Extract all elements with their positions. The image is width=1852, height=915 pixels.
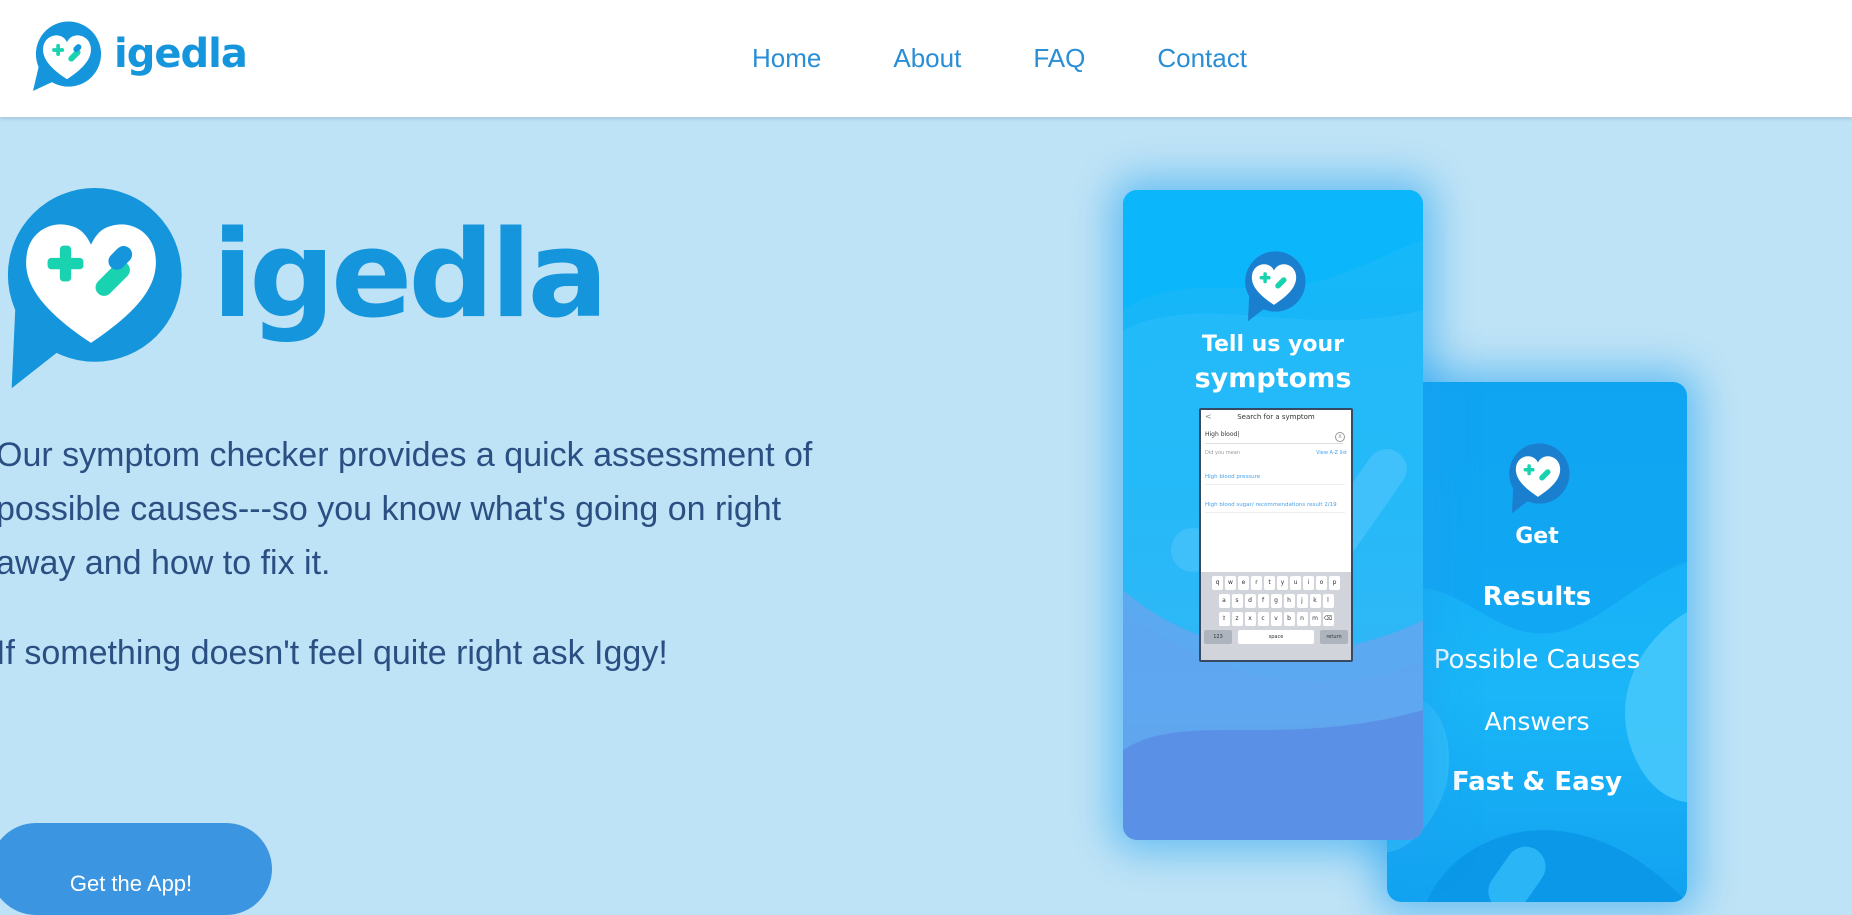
nav-home-link[interactable]: Home xyxy=(752,43,821,74)
keyboard-return-key: return xyxy=(1320,630,1348,644)
site-header: igedla Home About FAQ Contact xyxy=(0,0,1852,117)
main-nav: Home About FAQ Contact xyxy=(752,0,1319,117)
hero-logo: igedla xyxy=(0,188,608,392)
phone-screen-preview: < Search for a symptom High blood| x Did… xyxy=(1199,408,1353,662)
keyboard-key: t xyxy=(1264,576,1275,590)
keyboard-key: h xyxy=(1283,594,1295,608)
keyboard-key: b xyxy=(1283,612,1295,626)
nav-faq-link[interactable]: FAQ xyxy=(1033,43,1085,74)
keyboard-key: d xyxy=(1244,594,1256,608)
search-result-item: High blood pressure xyxy=(1205,474,1345,485)
nav-about-link[interactable]: About xyxy=(893,43,961,74)
header-logo[interactable]: igedla xyxy=(30,18,248,96)
keyboard-key: w xyxy=(1225,576,1236,590)
keyboard-key: ⇧ xyxy=(1218,612,1230,626)
card2-possible-causes-label: Possible Causes xyxy=(1433,645,1641,675)
promo-card-results: Get Results Possible Causes Answers Fast… xyxy=(1387,382,1687,902)
keyboard-key: y xyxy=(1277,576,1288,590)
chat-bubble-heart-hero-icon xyxy=(7,188,182,389)
card1-symptoms-label: symptoms xyxy=(1194,363,1352,394)
hero-paragraph-2: If something doesn't feel quite right as… xyxy=(0,634,668,672)
hero-description: Our symptom checker provides a quick ass… xyxy=(0,428,836,680)
keyboard-row: ⇧ z x c v b n m ⌫ xyxy=(1201,612,1351,626)
chat-bubble-heart-card-icon xyxy=(1245,251,1306,322)
header-brand-name: igedla xyxy=(114,31,248,77)
keyboard-key: f xyxy=(1257,594,1269,608)
card2-get-label: Get xyxy=(1515,524,1559,549)
keyboard-space-key: space xyxy=(1238,630,1314,644)
nav-contact-link[interactable]: Contact xyxy=(1157,43,1247,74)
keyboard-key: e xyxy=(1238,576,1249,590)
onscreen-keyboard: q w e r t y u i o p a s d f g h j k l ⇧ … xyxy=(1201,572,1351,660)
hero-paragraph-1: Our symptom checker provides a quick ass… xyxy=(0,436,813,582)
keyboard-key: j xyxy=(1296,594,1308,608)
keyboard-key: r xyxy=(1251,576,1262,590)
keyboard-key: u xyxy=(1290,576,1301,590)
keyboard-key: c xyxy=(1257,612,1269,626)
keyboard-row: a s d f g h j k l xyxy=(1201,594,1351,608)
symptom-search-input: High blood| xyxy=(1205,431,1343,444)
keyboard-key: o xyxy=(1316,576,1327,590)
chat-bubble-heart-logo-icon xyxy=(32,21,102,92)
keyboard-key: g xyxy=(1270,594,1282,608)
keyboard-key: n xyxy=(1296,612,1308,626)
chat-bubble-heart-card-icon xyxy=(1509,443,1570,514)
card1-tell-us-label: Tell us your xyxy=(1201,332,1345,357)
keyboard-key: k xyxy=(1309,594,1321,608)
keyboard-key: z xyxy=(1231,612,1243,626)
get-app-button[interactable]: Get the App! xyxy=(0,823,272,915)
keyboard-bottom-row: 123 space return xyxy=(1204,630,1348,644)
clear-icon: x xyxy=(1335,432,1345,442)
keyboard-key: m xyxy=(1309,612,1321,626)
keyboard-key: p xyxy=(1329,576,1340,590)
screen-title: Search for a symptom xyxy=(1237,413,1315,421)
keyboard-123-key: 123 xyxy=(1204,630,1232,644)
keyboard-key: q xyxy=(1212,576,1223,590)
keyboard-row: q w e r t y u i o p xyxy=(1201,576,1351,590)
keyboard-key: x xyxy=(1244,612,1256,626)
hero-brand-name: igedla xyxy=(212,206,608,345)
card2-answers-label: Answers xyxy=(1484,707,1590,736)
keyboard-key: s xyxy=(1231,594,1243,608)
promo-card-symptoms: Tell us your symptoms < Search for a sym… xyxy=(1123,190,1423,840)
did-you-mean-label: Did you mean xyxy=(1205,450,1240,456)
card2-results-label: Results xyxy=(1482,582,1592,612)
view-all-link: View A-Z list xyxy=(1316,450,1347,456)
card2-fast-easy-label: Fast & Easy xyxy=(1451,767,1623,797)
keyboard-key: v xyxy=(1270,612,1282,626)
keyboard-key: a xyxy=(1218,594,1230,608)
keyboard-key: i xyxy=(1303,576,1314,590)
search-result-item: High blood sugar/ recommendations result… xyxy=(1205,502,1345,513)
keyboard-key: l xyxy=(1322,594,1334,608)
keyboard-key: ⌫ xyxy=(1322,612,1334,626)
